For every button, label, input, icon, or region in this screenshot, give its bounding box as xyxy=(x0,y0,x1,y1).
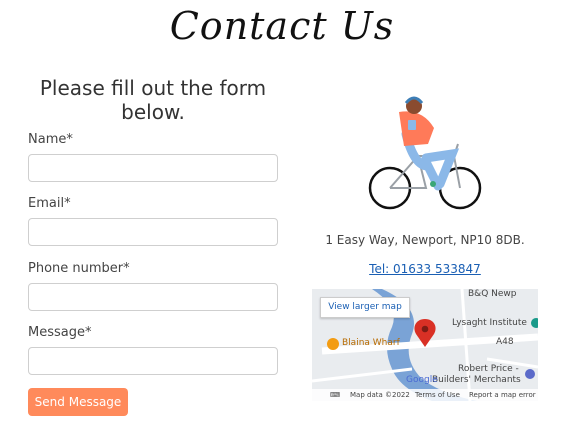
message-field[interactable] xyxy=(28,347,278,375)
cyclist-illustration xyxy=(368,96,482,210)
page-title: Contact Us xyxy=(169,4,395,48)
map-place-icon xyxy=(327,338,339,350)
map-label-builders: Builders' Merchants xyxy=(432,375,521,385)
email-label: Email* xyxy=(28,196,71,211)
map-label-road: A48 xyxy=(496,337,514,347)
google-logo: Google xyxy=(406,375,438,385)
terms-link[interactable]: Terms of Use xyxy=(415,389,460,401)
message-label: Message* xyxy=(28,325,92,340)
map-label-robert: Robert Price - xyxy=(458,364,519,374)
phone-field[interactable] xyxy=(28,283,278,311)
report-map-error-link[interactable]: Report a map error xyxy=(469,389,536,401)
view-larger-map-button[interactable]: View larger map xyxy=(320,297,410,318)
map-data-text: Map data ©2022 xyxy=(350,391,410,399)
keyboard-icon[interactable]: ⌨ xyxy=(330,389,340,401)
map-store-icon xyxy=(525,369,535,379)
form-heading: Please fill out the form below. xyxy=(39,76,267,124)
embedded-map[interactable]: View larger map B&Q Newp Lysaght Institu… xyxy=(312,289,538,401)
name-label: Name* xyxy=(28,132,73,147)
map-label-lysaght: Lysaght Institute xyxy=(452,318,527,328)
rider-shoe xyxy=(430,181,436,187)
name-field[interactable] xyxy=(28,154,278,182)
send-message-button[interactable]: Send Message xyxy=(28,388,128,416)
rider-cup xyxy=(408,120,416,130)
rider-torso xyxy=(399,111,434,146)
map-label-blaina: Blaina Wharf xyxy=(342,338,400,348)
phone-link[interactable]: Tel: 01633 533847 xyxy=(320,262,530,276)
address-text: 1 Easy Way, Newport, NP10 8DB. xyxy=(325,233,525,247)
phone-label: Phone number* xyxy=(28,261,130,276)
email-field[interactable] xyxy=(28,218,278,246)
map-label-bq: B&Q Newp xyxy=(468,289,517,299)
map-footer: ⌨ Map data ©2022 Terms of Use Report a m… xyxy=(312,389,538,401)
